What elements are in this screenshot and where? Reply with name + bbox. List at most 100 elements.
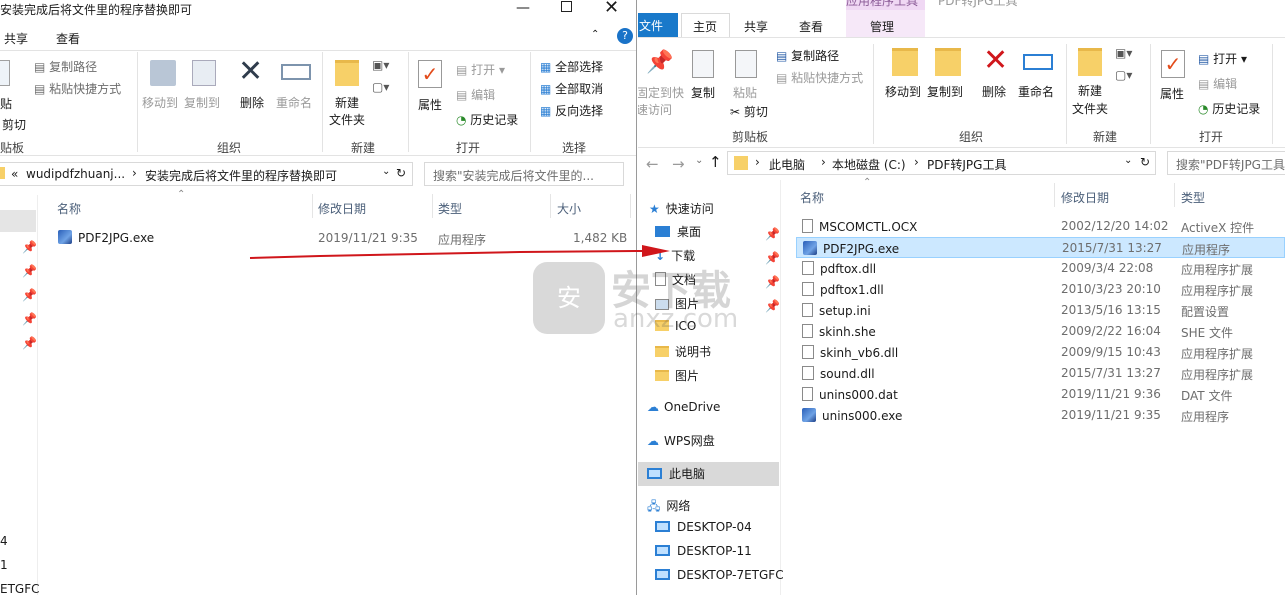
move-to-button[interactable]: 移动到 [142, 94, 178, 111]
col-date[interactable]: 修改日期 [1061, 189, 1109, 206]
properties-icon[interactable]: ✓ [418, 60, 442, 88]
pin-quick-access-label-1[interactable]: 固定到快 [638, 84, 684, 101]
copy-to-button[interactable]: 复制到 [927, 83, 963, 100]
nav-fragment-1[interactable]: 4 [0, 534, 8, 548]
back-button[interactable]: ← [646, 155, 659, 173]
edit-button[interactable]: ▤ 编辑 [456, 86, 495, 103]
cut-button[interactable]: ✂ 剪切 [730, 103, 768, 120]
col-date[interactable]: 修改日期 [318, 200, 366, 217]
col-name[interactable]: 名称 [57, 200, 81, 217]
tab-share[interactable]: 共享 [744, 18, 768, 35]
refresh-icon[interactable]: ↻ [1140, 155, 1150, 169]
minimize-button[interactable]: — [512, 0, 534, 18]
forward-button[interactable]: → [672, 155, 685, 173]
address-overflow-chevron[interactable]: « [11, 167, 18, 181]
copy-to-icon[interactable] [192, 60, 216, 86]
col-type[interactable]: 类型 [438, 200, 462, 217]
properties-button[interactable]: 属性 [1160, 85, 1184, 102]
tab-view[interactable]: 查看 [56, 30, 80, 47]
paste-shortcut-button[interactable]: ▤ 粘贴快捷方式 [776, 69, 863, 86]
tab-share[interactable]: 共享 [4, 30, 28, 47]
address-dropdown-icon[interactable]: ⌄ [1124, 155, 1132, 166]
nav-manual[interactable]: 说明书 [655, 343, 787, 365]
maximize-button[interactable] [561, 1, 572, 12]
new-folder-label-1[interactable]: 新建 [335, 94, 359, 111]
pin-icon[interactable]: 📌 [22, 312, 37, 326]
table-row[interactable]: skinh_vb6.dll 2009/9/15 10:43 应用程序扩展 [796, 342, 1285, 363]
table-row[interactable]: setup.ini 2013/5/16 13:15 配置设置 [796, 300, 1285, 321]
col-name[interactable]: 名称 [800, 189, 824, 206]
table-row[interactable]: skinh.she 2009/2/22 16:04 SHE 文件 [796, 321, 1285, 342]
edit-button[interactable]: ▤ 编辑 [1198, 75, 1237, 92]
table-row[interactable]: PDF2JPG.exe 2019/11/21 9:35 应用程序 1,482 K… [56, 227, 627, 249]
col-type[interactable]: 类型 [1181, 189, 1205, 206]
tab-home-label[interactable]: 主页 [693, 18, 717, 35]
history-button[interactable]: ◔ 历史记录 [456, 111, 518, 128]
tab-file-label[interactable]: 文件 [639, 17, 663, 34]
nav-selected-partial[interactable] [0, 210, 36, 232]
table-row[interactable]: unins000.exe 2019/11/21 9:35 应用程序 [796, 405, 1285, 426]
col-size[interactable]: 大小 [557, 200, 581, 217]
left-address-bar[interactable]: « wudipdfzhuanj... › 安装完成后将文件里的程序替换即可 ⌄ … [0, 162, 413, 186]
new-item-icon[interactable]: ▣▾ [1115, 46, 1132, 60]
up-button[interactable]: ↑ [709, 153, 722, 171]
nav-pictures-2[interactable]: 图片 [655, 367, 787, 389]
select-none-button[interactable]: ▦ 全部取消 [540, 80, 603, 97]
pin-icon[interactable]: 📌 [22, 336, 37, 350]
close-button[interactable]: ✕ [604, 0, 619, 18]
history-button[interactable]: ◔ 历史记录 [1198, 100, 1260, 117]
rename-icon[interactable] [281, 64, 311, 80]
open-button[interactable]: ▤ 打开 ▾ [456, 61, 505, 78]
pin-icon[interactable]: 📌 [22, 240, 37, 254]
new-item-icon[interactable]: ▣▾ [372, 58, 389, 72]
left-search-input[interactable]: 搜索"安装完成后将文件里的... [424, 162, 624, 186]
nav-fragment-2[interactable]: 1 [0, 558, 8, 572]
move-to-icon[interactable] [150, 60, 176, 86]
easy-access-icon[interactable]: ▢▾ [372, 80, 389, 94]
table-row[interactable]: pdftox1.dll 2010/3/23 20:10 应用程序扩展 [796, 279, 1285, 300]
rename-icon[interactable] [1023, 54, 1053, 70]
nav-network[interactable]: 🖧 网络 [647, 497, 779, 519]
pin-icon[interactable]: 📌 [22, 288, 37, 302]
paste-button[interactable]: 粘贴 [733, 84, 757, 101]
easy-access-icon[interactable]: ▢▾ [1115, 68, 1132, 82]
new-folder-label-2[interactable]: 文件夹 [1072, 100, 1108, 117]
new-folder-icon[interactable] [1078, 48, 1102, 76]
pin-icon[interactable]: 📌 [765, 275, 780, 289]
new-folder-label-2[interactable]: 文件夹 [329, 111, 365, 128]
nav-fragment-3[interactable]: ETGFC [0, 582, 40, 595]
ribbon-collapse-icon[interactable]: ⌃ [591, 29, 599, 40]
nav-desktop-11[interactable]: DESKTOP-11 [655, 544, 787, 566]
nav-wps[interactable]: ☁ WPS网盘 [647, 432, 779, 454]
help-icon[interactable]: ? [617, 28, 633, 44]
nav-desktop-7etgfc[interactable]: DESKTOP-7ETGFC [655, 568, 787, 590]
paste-icon[interactable] [735, 50, 757, 78]
refresh-icon[interactable]: ↻ [396, 166, 406, 180]
nav-quick-access[interactable]: ★ 快速访问 [649, 200, 781, 222]
breadcrumb-3[interactable]: PDF转JPG工具 [927, 156, 1006, 173]
paste-label-partial[interactable]: 贴 [0, 95, 12, 112]
pin-icon[interactable]: 📌 [765, 299, 780, 313]
nav-this-pc[interactable]: 此电脑 [647, 465, 779, 487]
rename-button[interactable]: 重命名 [1018, 83, 1054, 100]
pin-quick-access-icon[interactable]: 📌 [646, 50, 673, 75]
address-dropdown-icon[interactable]: ⌄ [382, 166, 390, 177]
recent-dropdown-icon[interactable]: ⌄ [695, 155, 703, 166]
delete-icon[interactable]: ✕ [983, 43, 1008, 78]
invert-select-button[interactable]: ▦ 反向选择 [540, 102, 603, 119]
breadcrumb-2[interactable]: 安装完成后将文件里的程序替换即可 [145, 167, 337, 184]
cut-label[interactable]: 剪切 [2, 116, 26, 133]
table-row[interactable]: pdftox.dll 2009/3/4 22:08 应用程序扩展 [796, 258, 1285, 279]
select-all-button[interactable]: ▦ 全部选择 [540, 58, 603, 75]
breadcrumb-1[interactable]: 此电脑 [769, 156, 805, 173]
copy-to-icon[interactable] [935, 48, 961, 76]
nav-desktop-04[interactable]: DESKTOP-04 [655, 520, 787, 542]
properties-button[interactable]: 属性 [418, 96, 442, 113]
nav-onedrive[interactable]: ☁ OneDrive [647, 400, 779, 422]
copy-to-button[interactable]: 复制到 [184, 94, 220, 111]
copy-icon[interactable] [692, 50, 714, 78]
table-row[interactable]: sound.dll 2015/7/31 13:27 应用程序扩展 [796, 363, 1285, 384]
pin-icon[interactable]: 📌 [22, 264, 37, 278]
rename-button[interactable]: 重命名 [276, 94, 312, 111]
table-row[interactable]: PDF2JPG.exe 2015/7/31 13:27 应用程序 [796, 237, 1285, 258]
